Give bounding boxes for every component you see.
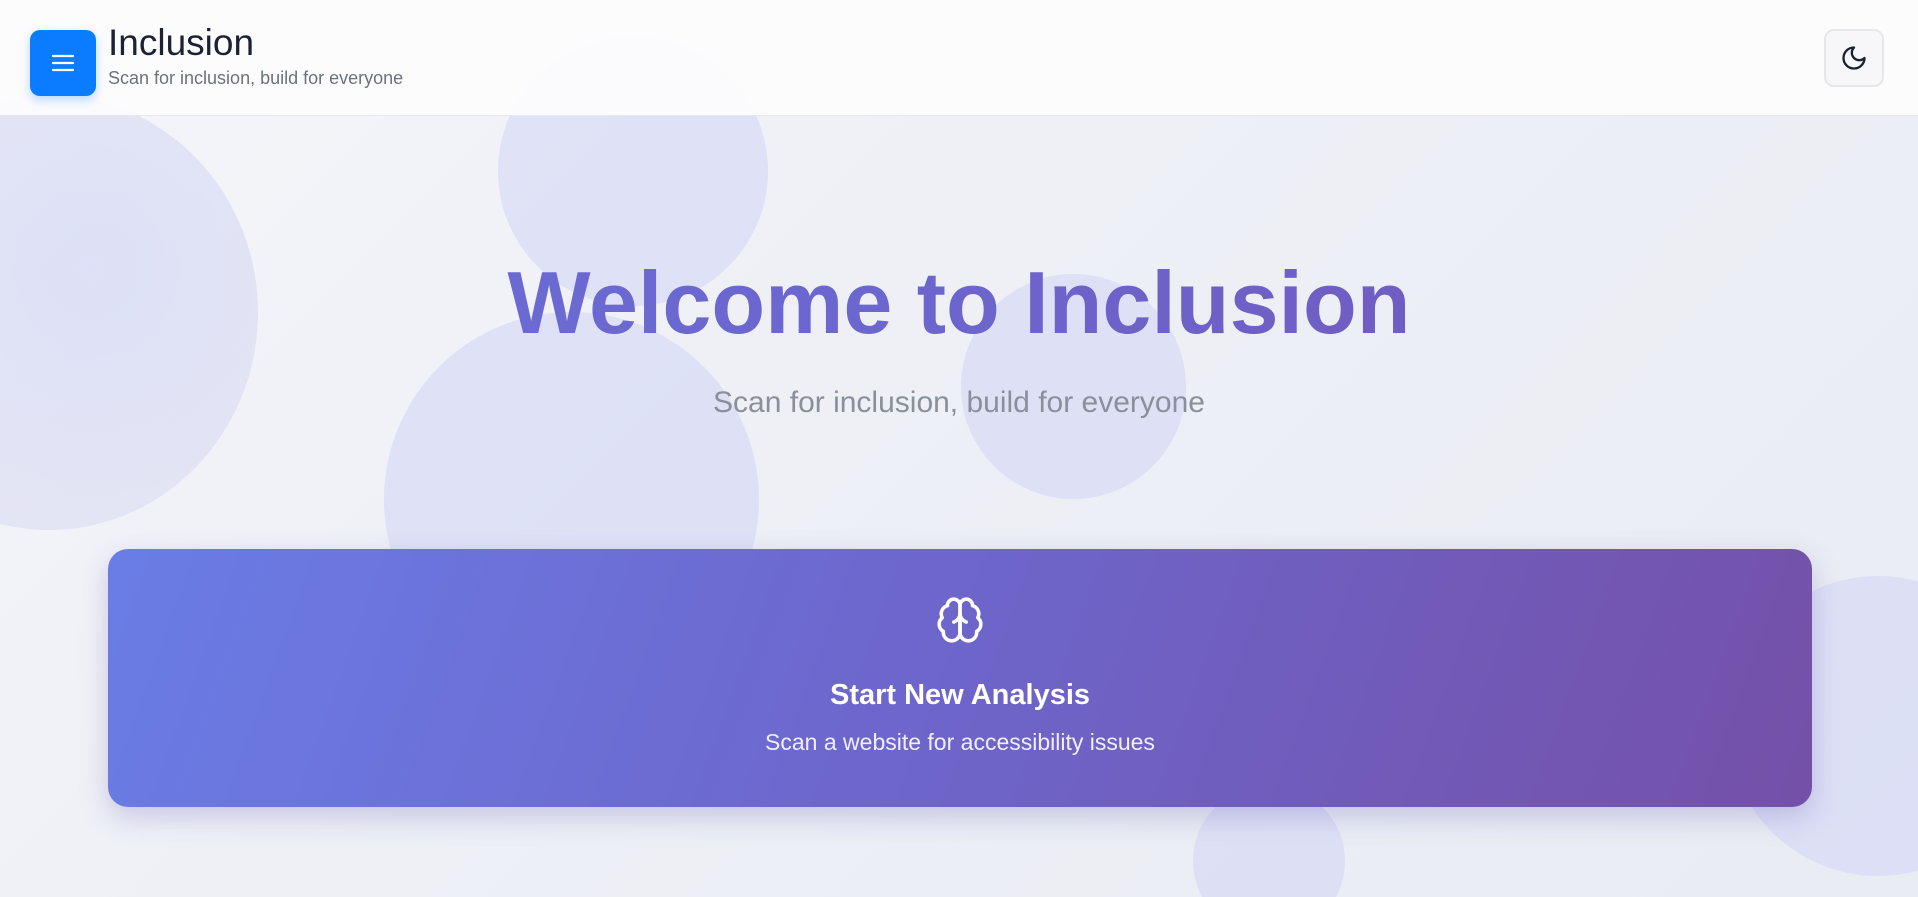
theme-toggle-button[interactable] bbox=[1824, 29, 1884, 87]
card-subtitle: Scan a website for accessibility issues bbox=[765, 729, 1155, 755]
top-header: Inclusion Scan for inclusion, build for … bbox=[0, 0, 1918, 116]
hero-subtitle: Scan for inclusion, build for everyone bbox=[713, 386, 1205, 419]
app-tagline: Scan for inclusion, build for everyone bbox=[108, 68, 404, 88]
hamburger-menu-icon bbox=[51, 54, 75, 72]
moon-icon bbox=[1842, 46, 1866, 70]
hero-title: Welcome to Inclusion bbox=[0, 248, 1918, 358]
menu-button[interactable] bbox=[30, 30, 96, 96]
brain-icon bbox=[937, 597, 983, 643]
app-title: Inclusion bbox=[108, 22, 255, 63]
start-new-analysis-card[interactable]: Start New Analysis Scan a website for ac… bbox=[108, 549, 1812, 807]
card-title: Start New Analysis bbox=[829, 679, 1091, 711]
